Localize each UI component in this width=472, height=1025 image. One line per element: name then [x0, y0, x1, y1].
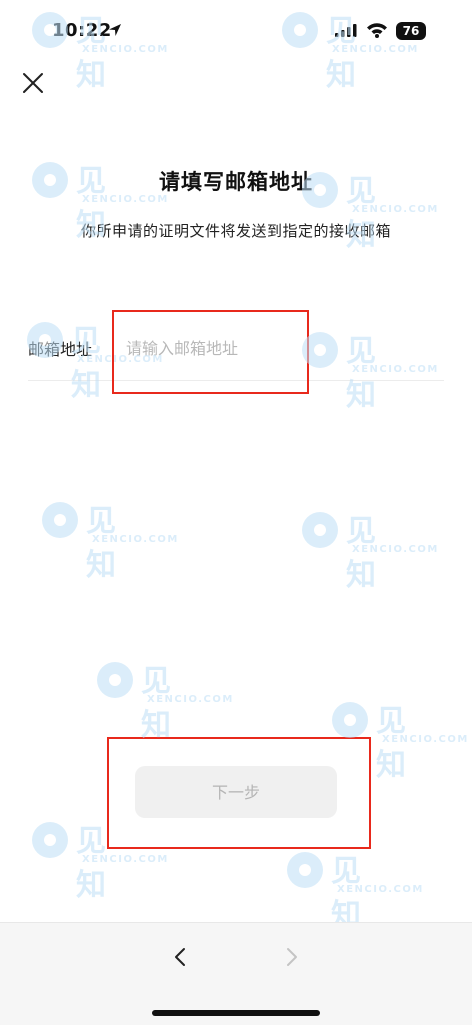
- status-bar: 10:22 76: [0, 0, 472, 60]
- email-row: 邮箱地址: [28, 330, 444, 381]
- watermark-logo-icon: [302, 512, 338, 548]
- watermark-logo-icon: [42, 502, 78, 538]
- watermark-logo-icon: [97, 662, 133, 698]
- watermark: 见知 XENCIO.COM: [330, 700, 467, 783]
- page-title: 请填写邮箱地址: [159, 170, 313, 194]
- watermark: 见知 XENCIO.COM: [30, 820, 167, 903]
- chevron-left-icon[interactable]: [172, 946, 188, 968]
- watermark: 见知 XENCIO.COM: [95, 660, 232, 743]
- watermark: 见知 XENCIO.COM: [285, 850, 422, 933]
- watermark-logo-icon: [287, 852, 323, 888]
- email-input[interactable]: [126, 330, 436, 366]
- watermark: 见知 XENCIO.COM: [40, 500, 177, 583]
- chevron-right-icon[interactable]: [284, 946, 300, 968]
- signal-icon: [335, 24, 357, 37]
- battery-icon: 76: [396, 22, 426, 40]
- watermark: 见知 XENCIO.COM: [300, 510, 437, 593]
- next-button[interactable]: 下一步: [135, 766, 337, 818]
- page-subtitle: 你所申请的证明文件将发送到指定的接收邮箱: [80, 222, 391, 240]
- bottom-toolbar: [0, 922, 472, 1025]
- close-icon[interactable]: [20, 70, 46, 96]
- email-label: 邮箱地址: [28, 340, 93, 359]
- wifi-icon: [367, 23, 387, 38]
- home-indicator: [152, 1010, 320, 1016]
- status-time: 10:22: [52, 20, 112, 41]
- watermark-logo-icon: [32, 822, 68, 858]
- location-arrow-icon: [109, 24, 121, 36]
- watermark-logo-icon: [332, 702, 368, 738]
